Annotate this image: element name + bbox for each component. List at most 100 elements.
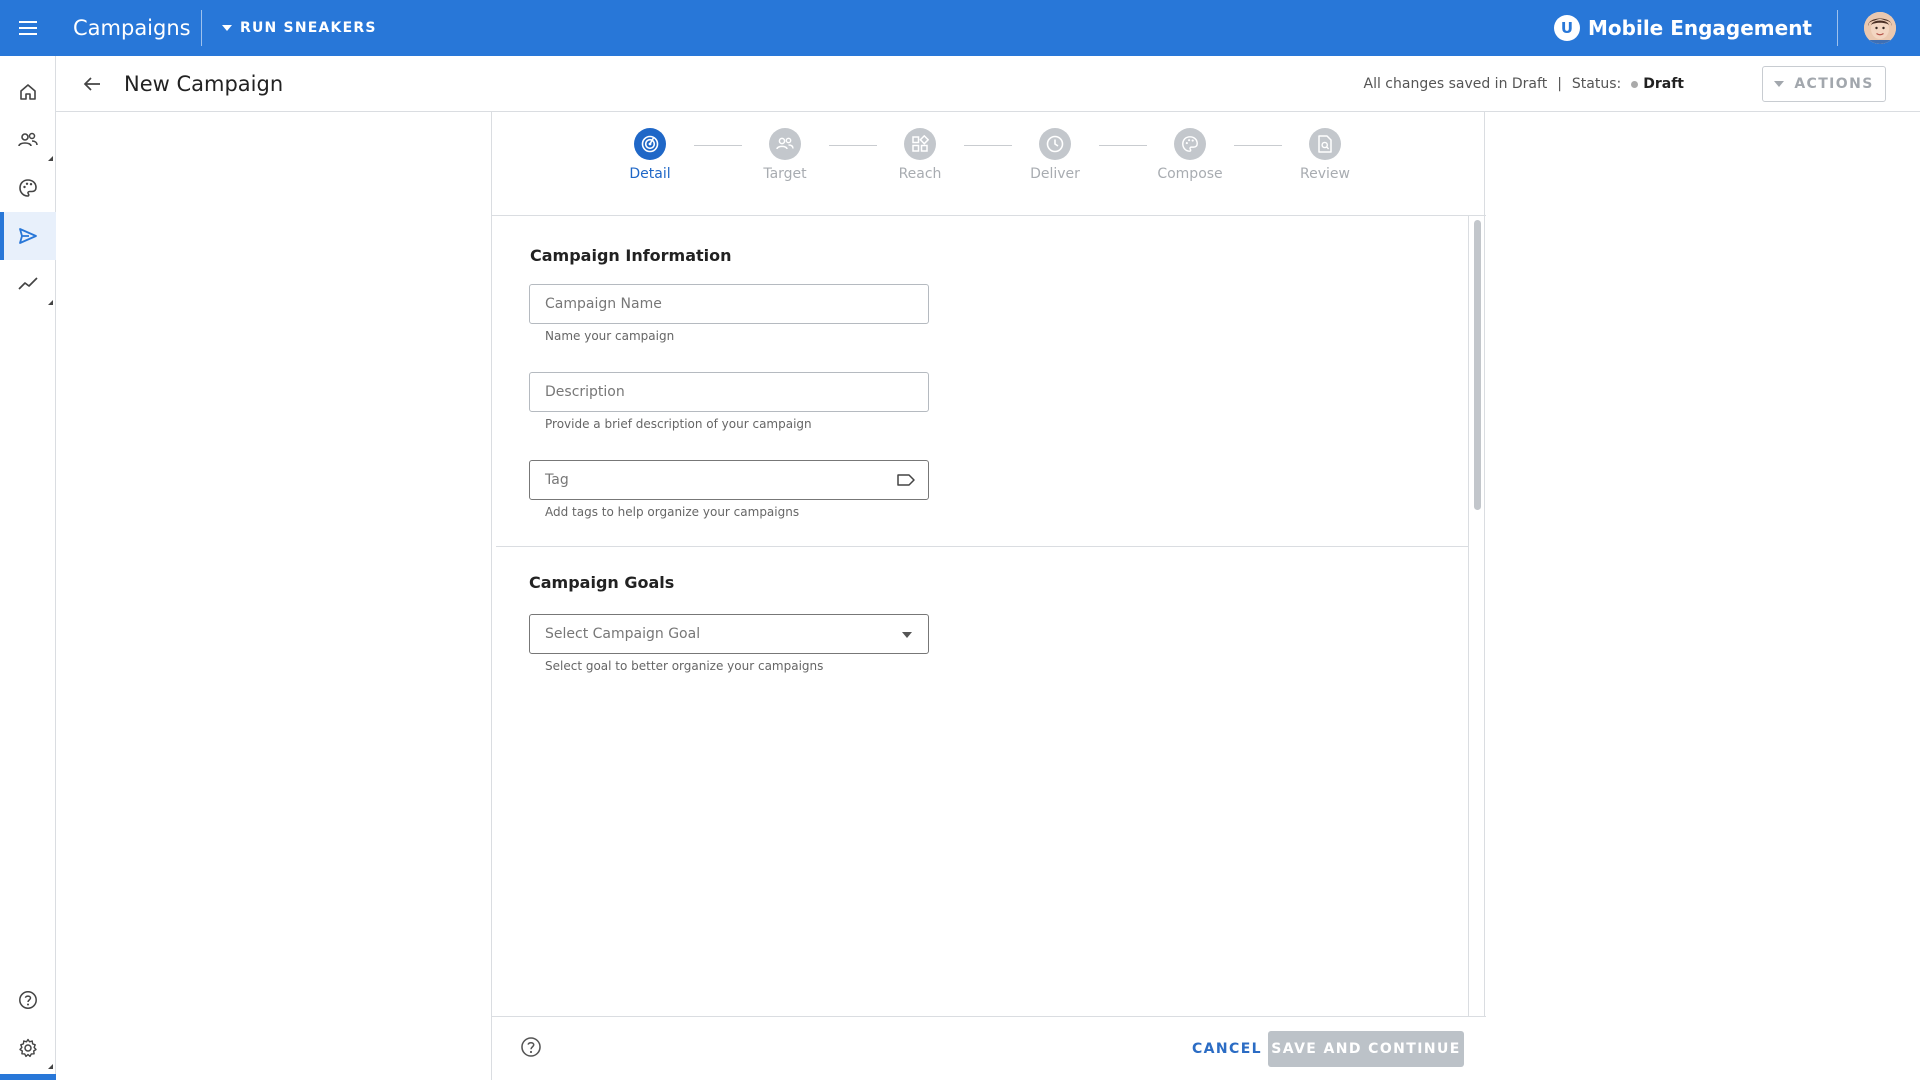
step-connector: [829, 145, 877, 146]
help-circle-icon: [521, 1037, 541, 1057]
step-circle: [1174, 128, 1206, 160]
nav-audiences[interactable]: [0, 116, 56, 164]
step-circle: [904, 128, 936, 160]
scrollbar-thumb[interactable]: [1474, 220, 1481, 510]
campaign-goal-placeholder: Select Campaign Goal: [545, 626, 701, 642]
campaign-name-input[interactable]: Campaign Name: [529, 284, 929, 324]
step-label: Target: [763, 166, 807, 182]
actions-button[interactable]: ACTIONS: [1762, 66, 1886, 102]
palette-icon: [1182, 136, 1198, 152]
save-state-text: All changes saved in Draft: [1363, 76, 1548, 92]
caret-down-icon: [222, 25, 232, 31]
topbar-divider: [201, 10, 202, 46]
form-scrollbar[interactable]: [1468, 216, 1486, 1016]
nav-expand-corner: [48, 1064, 53, 1069]
arrow-left-icon: [83, 76, 100, 91]
campaign-goals-title: Campaign Goals: [529, 573, 675, 592]
step-connector: [964, 145, 1012, 146]
step-label: Review: [1300, 166, 1350, 182]
help-circle-icon: [19, 991, 37, 1009]
top-bar: Campaigns RUN SNEAKERS U Mobile Engageme…: [0, 0, 1920, 56]
wizard-stepper: Detail Target Reach Deliver Compose Revi…: [492, 112, 1486, 216]
people-icon: [18, 132, 38, 147]
nav-bottom-accent: [0, 1074, 56, 1080]
campaign-information-title: Campaign Information: [530, 246, 732, 265]
brand: U Mobile Engagement: [1554, 0, 1812, 56]
save-state-separator: |: [1557, 76, 1562, 92]
step-label: Compose: [1157, 166, 1223, 182]
campaign-name-placeholder: Campaign Name: [545, 296, 662, 312]
nav-analytics[interactable]: [0, 260, 56, 308]
status-dot-icon: [1631, 80, 1639, 88]
nav-help[interactable]: [0, 976, 56, 1024]
app-title: Campaigns: [73, 16, 191, 40]
step-connector: [1099, 145, 1147, 146]
page-title: New Campaign: [124, 71, 284, 96]
back-button[interactable]: [68, 60, 116, 108]
step-deliver[interactable]: Deliver: [1010, 128, 1100, 182]
menu-button[interactable]: [0, 0, 56, 56]
tag-input[interactable]: Tag: [529, 460, 929, 500]
step-label: Deliver: [1030, 166, 1080, 182]
step-label: Reach: [898, 166, 942, 182]
tag-helper: Add tags to help organize your campaigns: [545, 505, 800, 519]
document-search-icon: [1318, 135, 1332, 153]
left-nav: [0, 56, 56, 1080]
step-circle: [769, 128, 801, 160]
description-input[interactable]: Description: [529, 372, 929, 412]
section-divider: [496, 546, 1468, 547]
brand-logo-icon: U: [1554, 15, 1580, 41]
campaign-goal-helper: Select goal to better organize your camp…: [545, 659, 824, 673]
avatar-face-icon: [1864, 12, 1896, 44]
step-connector: [694, 145, 742, 146]
hamburger-icon: [19, 21, 37, 35]
org-name: RUN SNEAKERS: [240, 20, 377, 36]
campaign-name-helper: Name your campaign: [545, 329, 675, 343]
step-target[interactable]: Target: [740, 128, 830, 182]
brand-name: Mobile Engagement: [1588, 16, 1812, 40]
step-circle: [634, 128, 666, 160]
help-button[interactable]: [520, 1036, 542, 1062]
clock-icon: [1046, 135, 1064, 153]
step-label: Detail: [629, 166, 671, 182]
trend-icon: [18, 277, 38, 290]
form-scroll-area: Campaign Information Campaign Name Name …: [492, 216, 1486, 1016]
nav-campaigns[interactable]: [0, 212, 56, 260]
gear-icon: [19, 1038, 37, 1058]
status-value: Draft: [1643, 76, 1684, 92]
brand-divider: [1837, 10, 1838, 46]
step-compose[interactable]: Compose: [1145, 128, 1235, 182]
page-header: New Campaign All changes saved in Draft …: [56, 56, 1920, 112]
campaign-wizard: Detail Target Reach Deliver Compose Revi…: [491, 112, 1486, 1080]
save-state: All changes saved in Draft | Status: Dra…: [1364, 56, 1685, 112]
cancel-button[interactable]: CANCEL: [1172, 1031, 1282, 1067]
step-connector: [1234, 145, 1282, 146]
wizard-footer: CANCEL SAVE AND CONTINUE: [492, 1016, 1486, 1080]
palette-icon: [19, 179, 37, 197]
caret-down-icon: [1774, 81, 1785, 87]
description-helper: Provide a brief description of your camp…: [545, 417, 812, 431]
step-review[interactable]: Review: [1280, 128, 1370, 182]
campaign-goal-select[interactable]: Select Campaign Goal: [529, 614, 929, 654]
actions-label: ACTIONS: [1794, 76, 1874, 92]
home-icon: [20, 84, 36, 100]
caret-down-icon: [902, 632, 912, 638]
save-and-continue-button[interactable]: SAVE AND CONTINUE: [1268, 1031, 1464, 1067]
apps-grid-icon: [912, 135, 929, 152]
description-placeholder: Description: [545, 384, 625, 400]
nav-home[interactable]: [0, 68, 56, 116]
send-icon: [19, 228, 37, 244]
tag-placeholder: Tag: [545, 472, 569, 488]
step-detail[interactable]: Detail: [605, 128, 695, 182]
tag-icon: [897, 474, 915, 486]
user-avatar[interactable]: [1864, 12, 1896, 44]
nav-themes[interactable]: [0, 164, 56, 212]
step-reach[interactable]: Reach: [875, 128, 965, 182]
org-switcher[interactable]: RUN SNEAKERS: [222, 20, 377, 36]
step-circle: [1309, 128, 1341, 160]
people-icon: [776, 137, 794, 150]
nav-expand-corner: [48, 300, 53, 305]
nav-settings[interactable]: [0, 1024, 56, 1072]
nav-expand-corner: [48, 156, 53, 161]
target-rings-icon: [641, 135, 659, 153]
